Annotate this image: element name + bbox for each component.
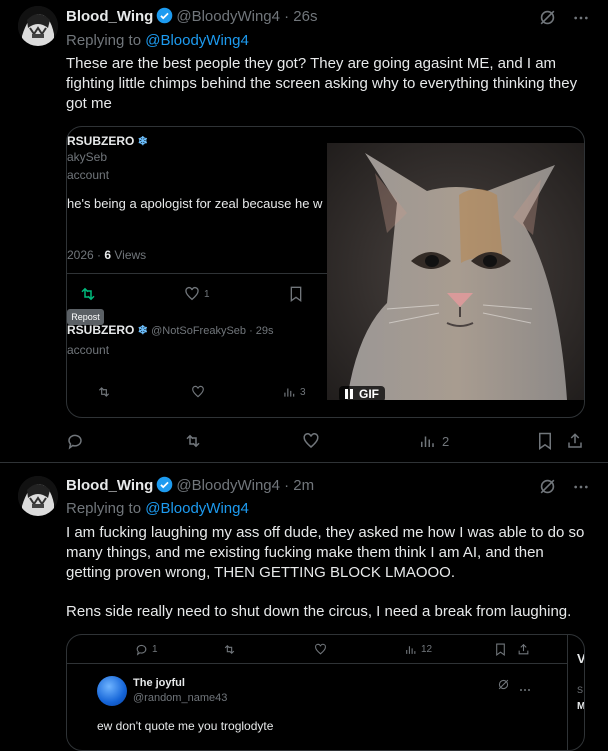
embed-handle: @random_name43 [133,692,228,704]
embed-grok-icon [497,678,510,696]
embed-like-icon [314,643,327,661]
embed-edge-letter-3: M [577,701,585,712]
gif-label: GIF [359,387,379,400]
embed-share-icon [517,643,530,661]
user-handle[interactable]: @BloodyWing4 [176,477,280,494]
post-2[interactable]: Blood_Wing @BloodyWing4 · 2m Replying to … [0,463,608,751]
embed-text: ew don't quote me you troglodyte [97,719,274,733]
replying-to-link[interactable]: @BloodyWing4 [145,32,249,49]
display-name[interactable]: Blood_Wing [66,477,153,494]
verified-badge-icon [156,476,173,497]
views-icon [421,436,434,447]
embed-bookmark-icon [495,643,506,661]
grok-icon[interactable] [538,477,557,501]
replying-to-link[interactable]: @BloodyWing4 [145,500,249,517]
embed-repost-icon [79,285,97,308]
embedded-screenshot: 1 12 The joyful @random_name43 ew don't … [67,635,584,750]
user-handle[interactable]: @BloodyWing4 [176,8,280,25]
action-bar: 2 [66,431,586,451]
post-text: These are the best people they got? They… [66,55,578,112]
post-top-icons [538,8,589,32]
embed-bookmark-icon [289,286,303,307]
embed-edge-letter-2: S [577,685,584,695]
display-name[interactable]: Blood_Wing [66,8,153,25]
embed-name-2: RSUBZERO ❄ @NotSoFreakySeb · 29s [67,323,274,337]
avatar[interactable] [18,476,58,516]
reply-button[interactable] [66,431,84,451]
views-count: 2 [442,433,450,449]
embed-repost-icon-2 [97,385,111,404]
embed-views-icon-2: 3 [282,385,306,399]
replying-to: Replying to @BloodyWing4 [66,500,249,517]
embed-like-icon: 1 [184,286,210,302]
bookmark-button[interactable] [536,431,554,451]
repost-button[interactable] [184,431,202,451]
embed-reply-icon: 1 [135,643,158,656]
gif-badge: GIF [339,386,385,400]
share-button[interactable] [566,431,584,451]
embed-views-icon: 12 [404,643,432,656]
embed-subline-2: account [67,343,110,357]
embed-like-icon-2 [191,385,205,404]
embedded-screenshot: RSUBZERO ❄ akySeb account he's being a a… [67,127,327,417]
post-time[interactable]: · 26s [284,8,317,25]
post-text-2: Rens side really need to shut down the c… [66,603,572,620]
post-text-1: I am fucking laughing my ass off dude, t… [66,524,585,581]
cat-image [327,143,584,400]
views-button[interactable]: 2 [418,431,449,451]
share-icon [568,433,582,448]
bookmark-icon [539,432,551,450]
embed-name: The joyful [133,677,185,689]
post-top-icons [538,477,589,501]
post-media[interactable]: RSUBZERO ❄ akySeb account he's being a a… [66,126,585,418]
replying-to-label: Replying to [66,32,142,49]
grok-icon[interactable] [538,8,557,32]
post-media[interactable]: 1 12 The joyful @random_name43 ew don't … [66,634,585,751]
more-options-icon[interactable] [573,479,589,500]
post-header: Blood_Wing @BloodyWing4 · 26s [66,7,318,28]
embed-more-icon [519,681,531,699]
avatar[interactable] [18,6,58,46]
like-icon [303,433,319,448]
embed-avatar [97,676,127,706]
replying-to: Replying to @BloodyWing4 [66,32,249,49]
cat-gif[interactable]: GIF [327,143,584,400]
embed-stats: 2026 · 6 Views [67,248,147,262]
embed-repost-icon [223,643,236,661]
embed-handle-1: akySeb [67,150,108,164]
embed-text-1: he's being a apologist for zeal because … [67,196,323,211]
like-button[interactable] [302,431,320,451]
embed-name-1: RSUBZERO ❄ [67,134,148,148]
post-header: Blood_Wing @BloodyWing4 · 2m [66,476,314,497]
post-1[interactable]: Blood_Wing @BloodyWing4 · 26s Replying to… [0,0,608,462]
post-time[interactable]: · 2m [284,477,314,494]
reply-icon [68,434,82,450]
replying-to-label: Replying to [66,500,142,517]
embed-subline-1: account [67,168,110,182]
repost-icon [186,434,200,448]
pause-icon[interactable] [345,389,353,399]
more-options-icon[interactable] [573,10,589,31]
embed-edge-letter-1: V [577,651,585,666]
verified-badge-icon [156,7,173,28]
